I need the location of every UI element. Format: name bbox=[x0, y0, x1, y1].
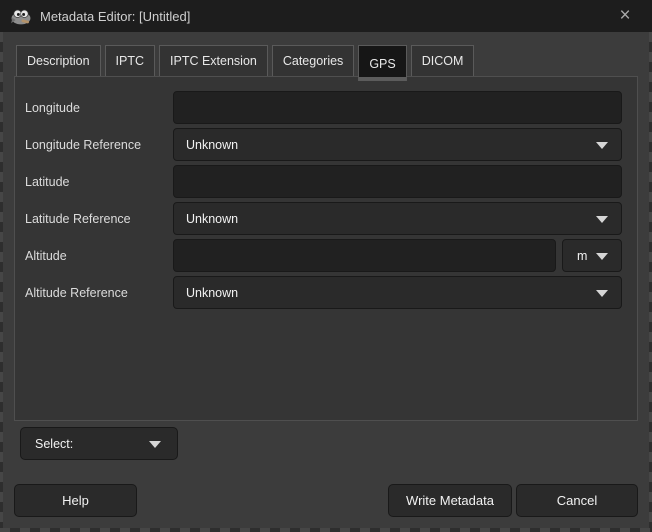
select-dropdown[interactable]: Select: bbox=[20, 427, 178, 460]
altitude-unit-dropdown[interactable]: m bbox=[562, 239, 622, 272]
altitude-field[interactable] bbox=[173, 239, 556, 272]
latitude-reference-label: Latitude Reference bbox=[25, 202, 131, 235]
window-title: Metadata Editor: [Untitled] bbox=[40, 9, 190, 24]
altitude-reference-dropdown[interactable]: Unknown bbox=[173, 276, 622, 309]
latitude-field[interactable] bbox=[173, 165, 622, 198]
write-metadata-button[interactable]: Write Metadata bbox=[388, 484, 512, 517]
altitude-label: Altitude bbox=[25, 239, 67, 272]
select-dropdown-label: Select: bbox=[35, 437, 73, 451]
longitude-reference-dropdown[interactable]: Unknown bbox=[173, 128, 622, 161]
chevron-down-icon bbox=[596, 290, 608, 297]
latitude-reference-dropdown[interactable]: Unknown bbox=[173, 202, 622, 235]
latitude-label: Latitude bbox=[25, 165, 69, 198]
help-button[interactable]: Help bbox=[14, 484, 137, 517]
window-resize-edge-bottom[interactable] bbox=[0, 528, 652, 532]
longitude-field[interactable] bbox=[173, 91, 622, 124]
chevron-down-icon bbox=[149, 441, 161, 448]
chevron-down-icon bbox=[596, 216, 608, 223]
cancel-button[interactable]: Cancel bbox=[516, 484, 638, 517]
window-resize-edge-left[interactable] bbox=[0, 32, 3, 528]
gps-tab-panel: Longitude Longitude Reference Unknown La… bbox=[14, 76, 638, 421]
altitude-unit-value: m bbox=[577, 249, 587, 263]
gimp-wilber-icon bbox=[10, 7, 32, 25]
tab-iptc[interactable]: IPTC bbox=[105, 45, 155, 76]
tab-description[interactable]: Description bbox=[16, 45, 101, 76]
longitude-reference-value: Unknown bbox=[186, 138, 238, 152]
tab-strip: Description IPTC IPTC Extension Categori… bbox=[16, 45, 474, 76]
tab-iptc-extension[interactable]: IPTC Extension bbox=[159, 45, 268, 76]
longitude-reference-label: Longitude Reference bbox=[25, 128, 141, 161]
close-icon[interactable]: × bbox=[608, 0, 642, 32]
chevron-down-icon bbox=[596, 142, 608, 149]
latitude-reference-value: Unknown bbox=[186, 212, 238, 226]
longitude-label: Longitude bbox=[25, 91, 80, 124]
tab-dicom[interactable]: DICOM bbox=[411, 45, 475, 76]
tab-categories[interactable]: Categories bbox=[272, 45, 354, 76]
chevron-down-icon bbox=[596, 253, 608, 260]
titlebar: Metadata Editor: [Untitled] × bbox=[0, 0, 652, 32]
altitude-reference-value: Unknown bbox=[186, 286, 238, 300]
tab-gps[interactable]: GPS bbox=[358, 45, 406, 81]
metadata-editor-dialog: Metadata Editor: [Untitled] × Descriptio… bbox=[0, 0, 652, 532]
altitude-reference-label: Altitude Reference bbox=[25, 276, 128, 309]
